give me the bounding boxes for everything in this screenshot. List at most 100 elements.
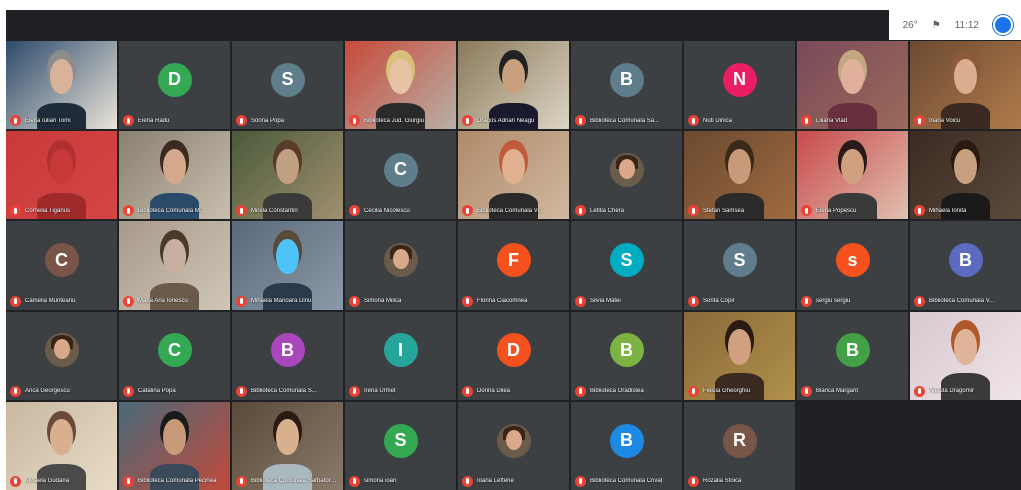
participant-tile[interactable]: Letitia Chera bbox=[571, 131, 682, 220]
participant-tile[interactable]: Elena Popescu bbox=[797, 131, 908, 220]
participant-tile[interactable]: Mihaela Ionita bbox=[910, 131, 1021, 220]
mic-off-icon bbox=[349, 205, 360, 217]
participant-name-row: Mihaela Gudana bbox=[10, 475, 113, 487]
participant-name: Biblioteca Oradistea bbox=[590, 388, 644, 395]
mic-off-icon bbox=[801, 205, 812, 217]
participant-tile[interactable]: B Biblioteca Comunala V... bbox=[910, 221, 1021, 310]
avatar bbox=[383, 243, 418, 278]
participant-name: Nuti Dinica bbox=[703, 117, 733, 124]
participant-name: Biblioteca Jud. Giurgiu bbox=[364, 117, 425, 124]
participant-tile[interactable]: Biblioteca Comunala Vi... bbox=[458, 131, 569, 220]
participant-tile[interactable]: N Nuti Dinica bbox=[684, 41, 795, 130]
mic-off-icon bbox=[801, 385, 812, 397]
participant-tile[interactable]: Simona Milica bbox=[345, 221, 456, 310]
participant-tile[interactable]: Biblioteca Comunala Sarbatoresti bbox=[232, 401, 343, 490]
avatar: S bbox=[609, 243, 644, 278]
participant-tile[interactable]: Liliana Vlad bbox=[797, 41, 908, 130]
participant-tile[interactable]: F Florina Ciacomnea bbox=[458, 221, 569, 310]
participant-tile[interactable]: S Sorita Copil bbox=[684, 221, 795, 310]
participant-name-row: Felicia Gheorghiu bbox=[688, 385, 791, 397]
participant-name: Ioana Voicu bbox=[929, 117, 961, 124]
chat-icon[interactable]: ⚑ bbox=[932, 20, 941, 31]
mic-off-icon bbox=[123, 385, 134, 397]
people-icon[interactable]: 26° bbox=[903, 20, 918, 31]
participant-tile[interactable]: Dragos Adrian Neagu bbox=[458, 41, 569, 130]
participant-tile[interactable]: Ssimona ioan bbox=[345, 401, 456, 490]
mic-off-icon bbox=[462, 205, 473, 217]
participant-name-row: Biblioteca Comunala Sa... bbox=[575, 115, 678, 127]
participant-tile[interactable]: C Cecilia Nicolescu bbox=[345, 131, 456, 220]
participant-tile[interactable]: Maria Ana Ionescu bbox=[119, 221, 230, 310]
participant-tile[interactable]: Cornelia Tiganus bbox=[6, 131, 117, 220]
participant-tile[interactable]: Biblioteca Jud. Giurgiu bbox=[345, 41, 456, 130]
participant-tile[interactable]: C Camelia Munteanu bbox=[6, 221, 117, 310]
participant-tile[interactable]: Mihaela Marioara Dinu bbox=[232, 221, 343, 310]
participant-name: Biblioteca Comunala V... bbox=[929, 298, 995, 305]
participant-tile[interactable]: Elena Iulian Tomi bbox=[6, 41, 117, 130]
participant-name: Ioana Lefterie bbox=[477, 478, 514, 485]
participant-tile[interactable]: B Biblioteca Comunala S... bbox=[232, 311, 343, 400]
participant-tile[interactable]: Felicia Gheorghiu bbox=[684, 311, 795, 400]
mic-off-icon bbox=[236, 475, 247, 487]
participant-name: Biblioteca Comunala Sarbatoresti bbox=[251, 478, 339, 485]
participant-name: Elena Popescu bbox=[816, 207, 857, 214]
participant-name-row: Anca Georgescu bbox=[10, 385, 113, 397]
mic-off-icon bbox=[123, 295, 134, 307]
mic-off-icon bbox=[914, 295, 925, 307]
participant-tile[interactable]: Ioana Voicu bbox=[910, 41, 1021, 130]
participant-name-row: Bianca Margarit bbox=[801, 385, 904, 397]
participant-name-row: Dorina Dilea bbox=[462, 385, 565, 397]
mic-off-icon bbox=[688, 205, 699, 217]
participant-tile[interactable]: S Silvia Matei bbox=[571, 221, 682, 310]
participant-name-row: sergiu sergiu bbox=[801, 295, 904, 307]
participant-name-row: Letitia Chera bbox=[575, 205, 678, 217]
mic-off-icon bbox=[575, 295, 586, 307]
participant-tile[interactable]: Anca Georgescu bbox=[6, 311, 117, 400]
participant-name-row: Biblioteca Comunala Sarbatoresti bbox=[236, 475, 339, 487]
participant-tile[interactable]: B Biblioteca Oradistea bbox=[571, 311, 682, 400]
participant-tile[interactable]: I Irena Urmet bbox=[345, 311, 456, 400]
mic-off-icon bbox=[349, 295, 360, 307]
participant-name-row: Elena Popescu bbox=[801, 205, 904, 217]
participant-tile[interactable]: D Dorina Dilea bbox=[458, 311, 569, 400]
avatar: D bbox=[157, 62, 192, 97]
participant-tile[interactable]: Ioana Lefterie bbox=[458, 401, 569, 490]
participant-name: Dragos Adrian Neagu bbox=[477, 117, 535, 124]
participant-tile[interactable]: Biblioteca Comunala M... bbox=[119, 131, 230, 220]
participant-name: Cornelia Tiganus bbox=[25, 207, 71, 214]
mic-off-icon bbox=[914, 385, 925, 397]
participant-name-row: Elena Iulian Tomi bbox=[10, 115, 113, 127]
mic-off-icon bbox=[349, 115, 360, 127]
mic-off-icon bbox=[10, 205, 21, 217]
mic-off-icon bbox=[236, 295, 247, 307]
participant-tile[interactable]: Biblioteca Comunala Pecinea bbox=[119, 401, 230, 490]
participant-name-row: Biblioteca Oradistea bbox=[575, 385, 678, 397]
participant-tile[interactable]: s sergiu sergiu bbox=[797, 221, 908, 310]
participant-tile[interactable]: Mirela Constantin bbox=[232, 131, 343, 220]
participant-name: Camelia Munteanu bbox=[25, 298, 76, 305]
self-avatar[interactable] bbox=[993, 15, 1013, 35]
participant-name: Simona Milica bbox=[364, 298, 402, 305]
mic-off-icon bbox=[123, 115, 134, 127]
participant-tile[interactable]: B Bianca Margarit bbox=[797, 311, 908, 400]
participant-name-row: Elena Radu bbox=[123, 115, 226, 127]
participant-tile[interactable]: B Biblioteca Comunala Sa... bbox=[571, 41, 682, 130]
participant-name-row: Liliana Vlad bbox=[801, 115, 904, 127]
avatar: F bbox=[496, 243, 531, 278]
participant-name: Florina Ciacomnea bbox=[477, 298, 528, 305]
participant-tile[interactable]: D Elena Radu bbox=[119, 41, 230, 130]
participant-tile[interactable]: S Sorina Popa bbox=[232, 41, 343, 130]
participant-name-row: Rozalia Stoica bbox=[688, 475, 791, 487]
participant-tile[interactable]: B Biblioteca Comunala Crivăț bbox=[571, 401, 682, 490]
participant-tile[interactable]: Ancuta Dragomir bbox=[910, 311, 1021, 400]
participant-tile[interactable]: C Cătălina Popa bbox=[119, 311, 230, 400]
participant-tile[interactable]: R Rozalia Stoica bbox=[684, 401, 795, 490]
mic-off-icon bbox=[10, 295, 21, 307]
avatar: S bbox=[722, 243, 757, 278]
participant-name-row: Florina Ciacomnea bbox=[462, 295, 565, 307]
participant-name: Ancuta Dragomir bbox=[929, 388, 975, 395]
mic-off-icon bbox=[10, 475, 21, 487]
participant-name: Mihaela Gudana bbox=[25, 478, 70, 485]
participant-tile[interactable]: Stefan Samsea bbox=[684, 131, 795, 220]
participant-tile[interactable]: Mihaela Gudana bbox=[6, 401, 117, 490]
